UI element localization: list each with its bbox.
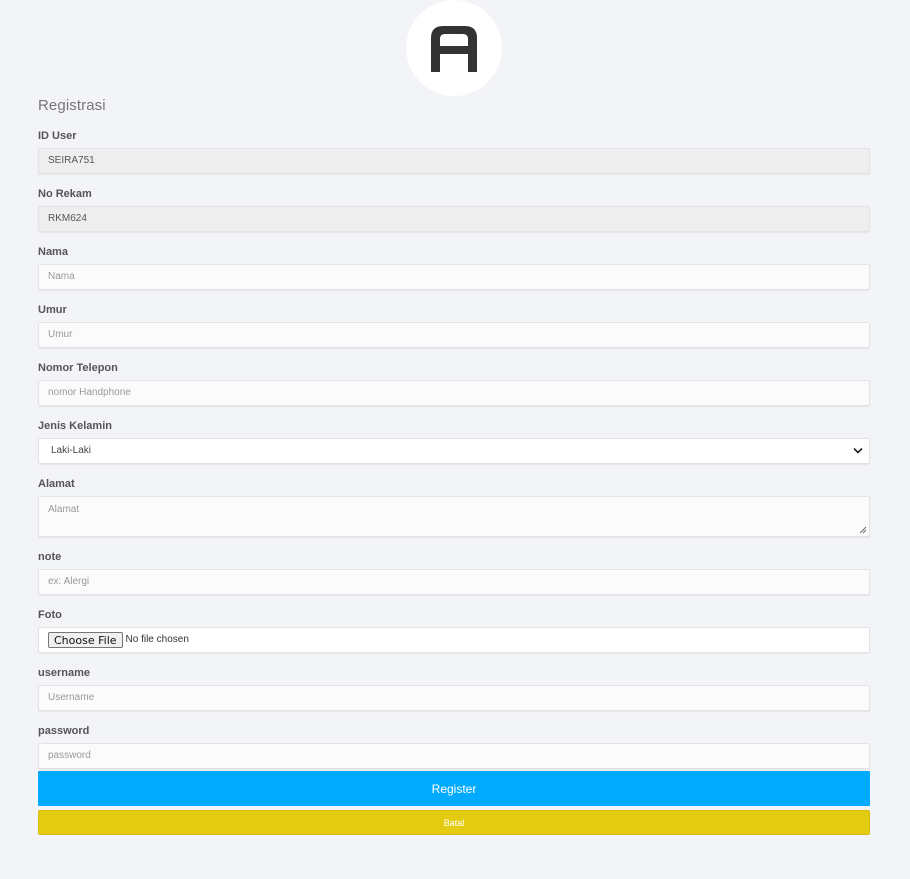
alamat-textarea[interactable]: Alamat xyxy=(38,496,870,537)
username-input[interactable]: Username xyxy=(38,685,870,711)
field-group-alamat: Alamat Alamat xyxy=(38,478,870,537)
file-status: No file chosen xyxy=(125,634,189,645)
chevron-down-icon xyxy=(853,448,863,454)
field-group-umur: Umur Umur xyxy=(38,304,870,348)
resize-grip-icon[interactable] xyxy=(859,526,867,534)
field-group-telepon: Nomor Telepon nomor Handphone xyxy=(38,362,870,406)
id-user-field[interactable]: SEIRA751 xyxy=(38,148,870,174)
username-label: username xyxy=(38,667,90,679)
field-group-foto: Foto Choose File No file chosen xyxy=(38,609,870,653)
password-input[interactable]: password xyxy=(38,743,870,769)
foto-file-input: Choose File No file chosen xyxy=(38,627,870,653)
foto-label: Foto xyxy=(38,609,62,621)
logo xyxy=(406,0,502,96)
jenis-kelamin-selected: Laki-Laki xyxy=(51,445,92,456)
logo-a-icon xyxy=(431,26,477,72)
field-group-no-rekam: No Rekam RKM624 xyxy=(38,188,870,232)
telepon-input[interactable]: nomor Handphone xyxy=(38,380,870,406)
field-group-username: username Username xyxy=(38,667,870,711)
telepon-label: Nomor Telepon xyxy=(38,362,118,374)
no-rekam-field[interactable]: RKM624 xyxy=(38,206,870,232)
form-title: Registrasi xyxy=(38,97,106,114)
field-group-nama: Nama Nama xyxy=(38,246,870,290)
field-group-jenis-kelamin: Jenis Kelamin Laki-Laki xyxy=(38,420,870,464)
register-button[interactable]: Register xyxy=(38,771,870,806)
batal-button[interactable]: Batal xyxy=(38,810,870,835)
no-rekam-label: No Rekam xyxy=(38,188,92,200)
registration-form: ID User SEIRA751 No Rekam RKM624 Nama Na… xyxy=(38,130,870,783)
umur-label: Umur xyxy=(38,304,67,316)
nama-label: Nama xyxy=(38,246,68,258)
alamat-label: Alamat xyxy=(38,478,75,490)
password-label: password xyxy=(38,725,90,737)
umur-input[interactable]: Umur xyxy=(38,322,870,348)
note-input[interactable]: ex: Alergi xyxy=(38,569,870,595)
field-group-id-user: ID User SEIRA751 xyxy=(38,130,870,174)
choose-file-button[interactable]: Choose File xyxy=(48,632,123,648)
jenis-kelamin-select[interactable]: Laki-Laki xyxy=(38,438,870,464)
id-user-label: ID User xyxy=(38,130,77,142)
field-group-password: password password xyxy=(38,725,870,769)
alamat-placeholder: Alamat xyxy=(48,504,80,515)
nama-input[interactable]: Nama xyxy=(38,264,870,290)
jenis-kelamin-label: Jenis Kelamin xyxy=(38,420,112,432)
field-group-note: note ex: Alergi xyxy=(38,551,870,595)
note-label: note xyxy=(38,551,62,563)
